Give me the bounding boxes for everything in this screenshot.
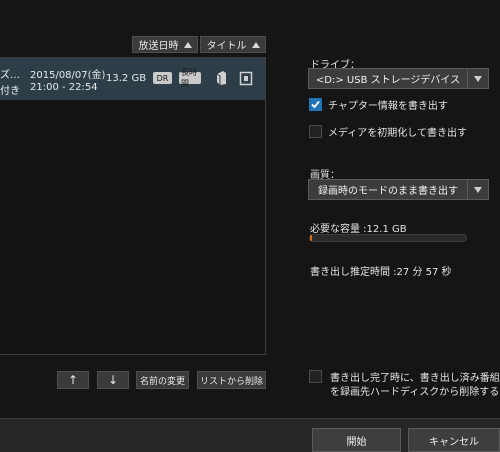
dubbing-icon <box>239 70 253 86</box>
capacity-progress-bar <box>309 234 467 242</box>
sort-ascending-icon <box>251 41 260 48</box>
recording-size: 13.2 GB <box>106 73 147 84</box>
dr-badge: DR <box>153 72 172 84</box>
chevron-down-icon[interactable] <box>467 180 488 199</box>
delete-after-export-label-line2: を録画先ハードディスクから削除する <box>330 387 500 398</box>
start-button[interactable]: 開始 <box>312 428 401 452</box>
sort-by-title-button[interactable]: タイトル <box>200 36 266 53</box>
cancel-button[interactable]: キャンセル <box>408 428 500 452</box>
sort-title-label: タイトル <box>206 41 247 52</box>
move-down-button[interactable]: ↓ <box>97 371 129 389</box>
checkmark-icon <box>311 100 320 109</box>
chapter-export-label: チャプター情報を書き出す <box>328 101 448 112</box>
recording-time: 21:00 - 22:54 <box>30 82 98 93</box>
sort-by-date-button[interactable]: 放送日時 <box>132 36 198 53</box>
quality-select[interactable]: 録画時のモードのまま書き出す <box>308 179 489 200</box>
chevron-down-icon[interactable] <box>467 69 488 88</box>
chapter-export-checkbox[interactable] <box>309 98 322 111</box>
sort-date-label: 放送日時 <box>138 41 179 52</box>
estimated-time-label: 書き出し推定時間 :27 分 57 秒 <box>310 267 452 278</box>
long-duration-badge: 長時間 <box>179 68 201 88</box>
delete-after-export-checkbox[interactable] <box>309 370 322 383</box>
copy-icon <box>214 70 228 86</box>
move-up-button[interactable]: ↑ <box>57 371 89 389</box>
recording-subtitle: 付き <box>0 86 20 97</box>
drive-select[interactable]: <D:> USB ストレージデバイス <box>308 68 489 89</box>
quality-select-value: 録画時のモードのまま書き出す <box>318 186 458 197</box>
sort-ascending-icon <box>183 41 192 48</box>
recording-date: 2015/08/07(金) <box>30 70 106 81</box>
initialize-media-checkbox[interactable] <box>309 125 322 138</box>
drive-select-value: <D:> USB ストレージデバイス <box>315 75 461 86</box>
rename-button[interactable]: 名前の変更 <box>136 371 189 389</box>
capacity-progress-fill <box>310 235 313 241</box>
initialize-media-label: メディアを初期化して書き出す <box>328 128 467 139</box>
recording-list[interactable]: ズ… 付き 2015/08/07(金) 21:00 - 22:54 13.2 G… <box>0 57 266 355</box>
recording-title: ズ… <box>0 70 20 81</box>
list-item[interactable]: ズ… 付き 2015/08/07(金) 21:00 - 22:54 13.2 G… <box>0 58 265 100</box>
remove-from-list-button[interactable]: リストから削除 <box>197 371 266 389</box>
delete-after-export-label-line1: 書き出し完了時に、書き出し済み番組 <box>330 373 500 384</box>
required-capacity-label: 必要な容量 :12.1 GB <box>310 224 407 235</box>
